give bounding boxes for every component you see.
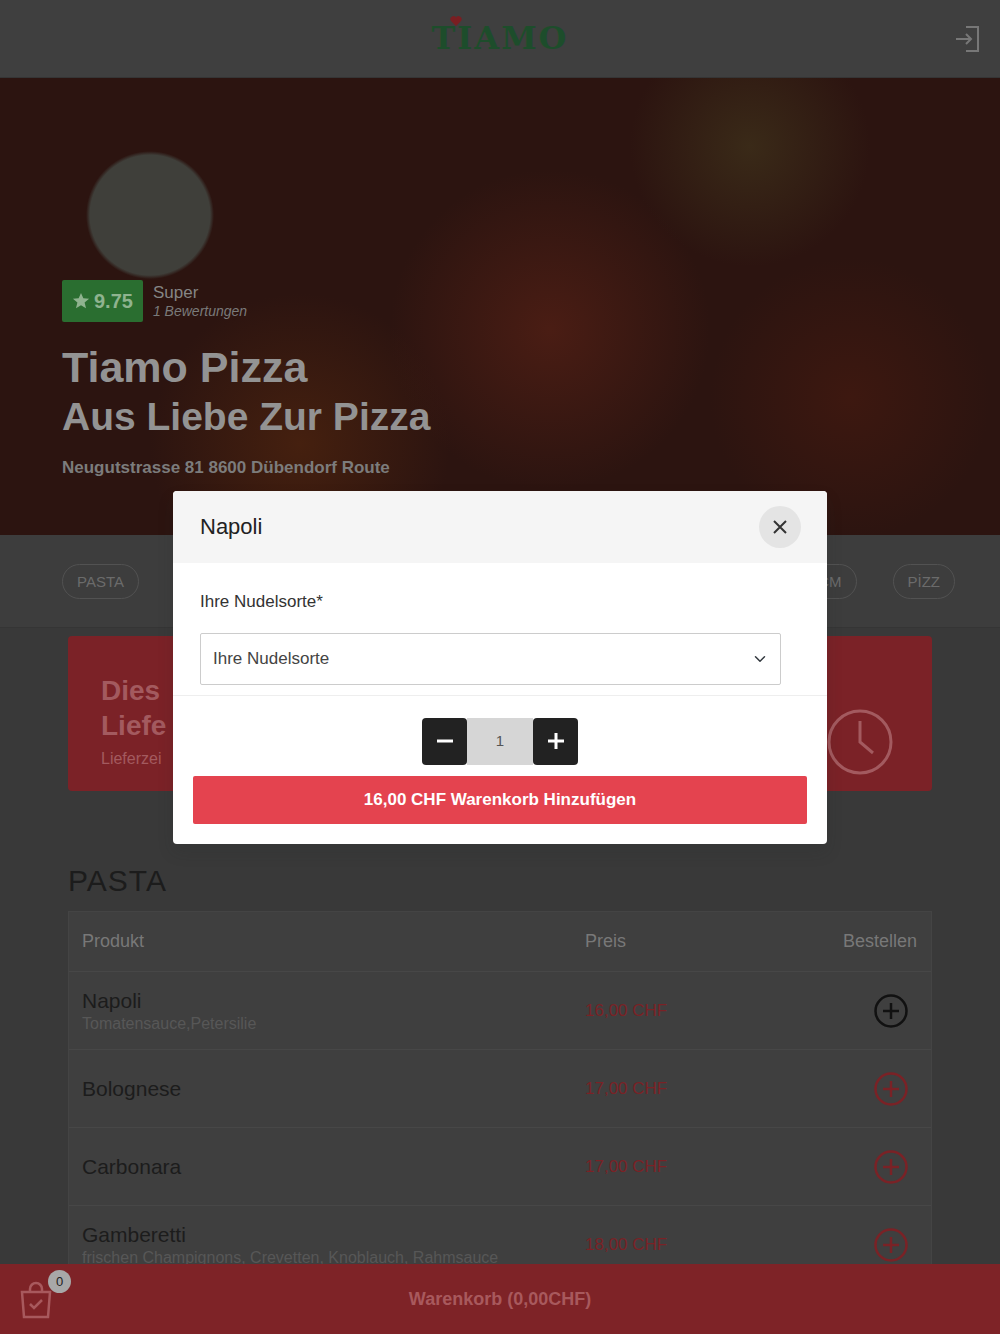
table-row[interactable]: Bolognese17,00 CHF bbox=[69, 1050, 931, 1128]
product-table: ProduktPreisBestellen NapoliTomatensauce… bbox=[68, 911, 932, 1285]
product-price: 17,00 CHF bbox=[585, 1154, 797, 1180]
cart-button[interactable]: 0 bbox=[18, 1274, 58, 1320]
product-name: Napoli bbox=[82, 988, 585, 1013]
slogan: Aus Liebe Zur Pizza bbox=[62, 394, 938, 441]
plus-icon bbox=[546, 731, 566, 751]
hero-banner: 9.75 Super 1 Bewertungen Tiamo Pizza Aus… bbox=[0, 78, 1000, 535]
cart-count-badge: 0 bbox=[48, 1270, 71, 1293]
product-price: 18,00 CHF bbox=[585, 1232, 797, 1258]
star-icon bbox=[72, 292, 90, 310]
column-header: Produkt bbox=[82, 928, 585, 955]
product-name: Gamberetti bbox=[82, 1222, 585, 1247]
table-row[interactable]: Carbonara17,00 CHF bbox=[69, 1128, 931, 1206]
dialog-body: Ihre Nudelsorte* Ihre Nudelsorte bbox=[173, 563, 827, 695]
plus-circle-icon bbox=[873, 1227, 909, 1263]
column-header: Preis bbox=[585, 928, 797, 955]
address[interactable]: Neugutstrasse 81 8600 Dübendorf Route bbox=[62, 455, 938, 481]
table-header: ProduktPreisBestellen bbox=[69, 912, 931, 972]
rating: 9.75 Super 1 Bewertungen bbox=[62, 280, 938, 322]
plus-circle-icon bbox=[873, 1071, 909, 1107]
add-button[interactable] bbox=[873, 993, 909, 1029]
add-to-cart-button[interactable]: 16,00 CHF Warenkorb Hinzufügen bbox=[193, 776, 807, 824]
dialog-title: Napoli bbox=[200, 514, 262, 540]
heart-icon bbox=[450, 15, 462, 27]
banner-title: Liefe bbox=[101, 708, 166, 743]
clock-icon bbox=[825, 707, 895, 777]
add-button[interactable] bbox=[873, 1071, 909, 1107]
noodle-select[interactable]: Ihre Nudelsorte bbox=[200, 633, 781, 685]
site-header: TIAMO bbox=[0, 0, 1000, 78]
field-label: Ihre Nudelsorte* bbox=[200, 589, 781, 615]
add-button[interactable] bbox=[873, 1227, 909, 1263]
cart-total[interactable]: Warenkorb (0,00CHF) bbox=[409, 1286, 591, 1313]
product-cell: Bolognese bbox=[82, 1076, 585, 1101]
product-description: Tomatensauce,Petersilie bbox=[82, 1014, 585, 1033]
table-row[interactable]: NapoliTomatensauce,Petersilie16,00 CHF bbox=[69, 972, 931, 1050]
product-cell: Carbonara bbox=[82, 1154, 585, 1179]
logo[interactable]: TIAMO bbox=[426, 17, 575, 60]
product-price: 16,00 CHF bbox=[585, 998, 797, 1024]
product-price: 17,00 CHF bbox=[585, 1076, 797, 1102]
product-name: Bolognese bbox=[82, 1076, 585, 1101]
dialog-header: Napoli bbox=[173, 491, 827, 563]
category-tab[interactable]: PASTA bbox=[62, 564, 139, 599]
add-button[interactable] bbox=[873, 1149, 909, 1185]
rating-badge: 9.75 bbox=[62, 280, 143, 322]
plus-circle-icon bbox=[873, 1149, 909, 1185]
increase-button[interactable] bbox=[533, 718, 578, 765]
decrease-button[interactable] bbox=[422, 718, 467, 765]
review-count: 1 Bewertungen bbox=[153, 303, 247, 320]
banner-title: Dies bbox=[101, 673, 166, 708]
close-button[interactable] bbox=[759, 506, 801, 548]
banner-subtitle: Lieferzei bbox=[101, 747, 166, 771]
product-name: Carbonara bbox=[82, 1154, 585, 1179]
quantity-stepper: 1 bbox=[422, 718, 578, 765]
plus-circle-icon bbox=[873, 993, 909, 1029]
minus-icon bbox=[435, 731, 455, 751]
rating-label: Super bbox=[153, 283, 247, 303]
column-header: Bestellen bbox=[797, 928, 917, 955]
product-cell: NapoliTomatensauce,Petersilie bbox=[82, 988, 585, 1032]
category-tab[interactable]: PİZZ bbox=[893, 564, 956, 599]
cart-bar[interactable]: 0 Warenkorb (0,00CHF) bbox=[0, 1264, 1000, 1334]
quantity-value[interactable]: 1 bbox=[467, 718, 533, 765]
login-icon bbox=[952, 23, 984, 55]
section-title: PASTA bbox=[68, 863, 932, 899]
product-cell: Gamberettifrischen Champignons, Crevette… bbox=[82, 1222, 585, 1266]
close-icon bbox=[772, 519, 788, 535]
product-dialog: Napoli Ihre Nudelsorte* Ihre Nudelsorte … bbox=[173, 491, 827, 844]
login-button[interactable] bbox=[952, 23, 984, 55]
restaurant-name: Tiamo Pizza bbox=[62, 342, 938, 394]
dialog-footer: 1 16,00 CHF Warenkorb Hinzufügen bbox=[173, 695, 827, 844]
